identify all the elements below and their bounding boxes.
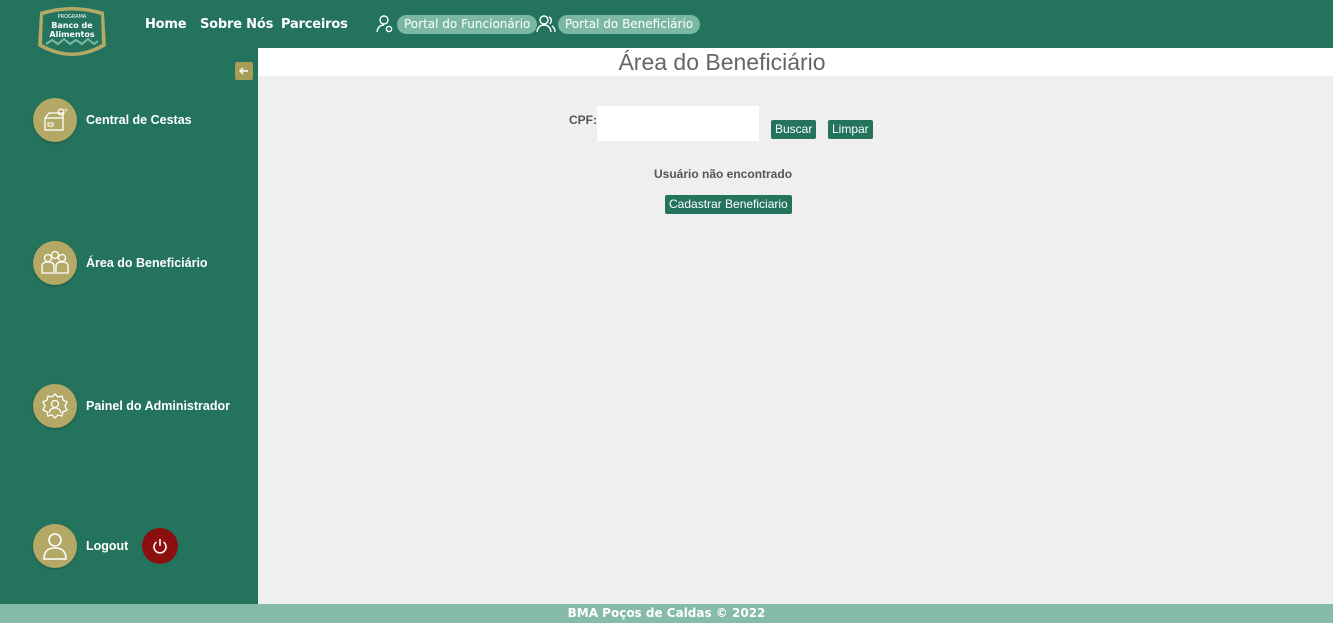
- people-group-icon: [33, 241, 77, 285]
- sidebar-item-label: Logout: [86, 539, 129, 553]
- footer-text: BMA Poços de Caldas © 2022: [567, 606, 766, 620]
- admin-gear-user-icon: [33, 384, 77, 428]
- portal-funcionario-link[interactable]: Portal do Funcionário: [375, 13, 538, 35]
- sidebar-item-painel-do-administrador[interactable]: Painel do Administrador: [33, 384, 230, 428]
- title-bar: Área do Beneficiário: [258, 48, 1333, 76]
- top-navbar: PROGRAMA Banco de Alimentos Home Sobre N…: [0, 0, 1333, 56]
- status-message: Usuário não encontrado: [654, 167, 793, 181]
- sidebar-item-central-de-cestas[interactable]: Central de Cestas: [33, 98, 192, 142]
- sidebar-collapse-button[interactable]: [235, 62, 253, 80]
- nav-parceiros-link[interactable]: Parceiros: [281, 17, 348, 32]
- cadastrar-beneficiario-button[interactable]: Cadastrar Beneficiario: [665, 195, 792, 214]
- main-content: Área do Beneficiário CPF: Buscar Limpar …: [258, 48, 1333, 604]
- power-icon: [153, 539, 168, 554]
- buscar-button[interactable]: Buscar: [771, 120, 817, 139]
- banco-de-alimentos-logo[interactable]: PROGRAMA Banco de Alimentos: [34, 6, 110, 62]
- sidebar-item-logout[interactable]: Logout: [33, 524, 179, 568]
- svg-text:Alimentos: Alimentos: [49, 30, 94, 39]
- page-title: Área do Beneficiário: [618, 49, 826, 75]
- cpf-label: CPF:: [569, 113, 597, 127]
- svg-text:PROGRAMA: PROGRAMA: [58, 14, 87, 20]
- sidebar: Central de Cestas Área do Beneficiário P…: [0, 48, 258, 604]
- footer: BMA Poços de Caldas © 2022: [0, 604, 1333, 623]
- employee-gear-icon: [375, 14, 395, 34]
- sidebar-item-area-do-beneficiario[interactable]: Área do Beneficiário: [33, 241, 208, 285]
- limpar-button[interactable]: Limpar: [828, 120, 873, 139]
- arrow-left-icon: [239, 67, 248, 75]
- logout-power-button[interactable]: [142, 528, 179, 564]
- user-icon: [33, 524, 77, 568]
- nav-sobre-link[interactable]: Sobre Nós: [200, 17, 273, 32]
- nav-home-link[interactable]: Home: [145, 17, 187, 32]
- portal-beneficiario-link[interactable]: Portal do Beneficiário: [536, 13, 701, 35]
- svg-text:Banco de: Banco de: [51, 21, 93, 30]
- sidebar-item-label: Central de Cestas: [86, 113, 192, 127]
- sidebar-item-label: Painel do Administrador: [86, 399, 231, 413]
- sidebar-item-label: Área do Beneficiário: [86, 256, 208, 270]
- cpf-input[interactable]: [597, 106, 759, 141]
- people-icon: [536, 14, 556, 34]
- portal-beneficiario-label: Portal do Beneficiário: [558, 14, 701, 34]
- portal-funcionario-label: Portal do Funcionário: [397, 14, 538, 34]
- basket-box-icon: [33, 98, 77, 142]
